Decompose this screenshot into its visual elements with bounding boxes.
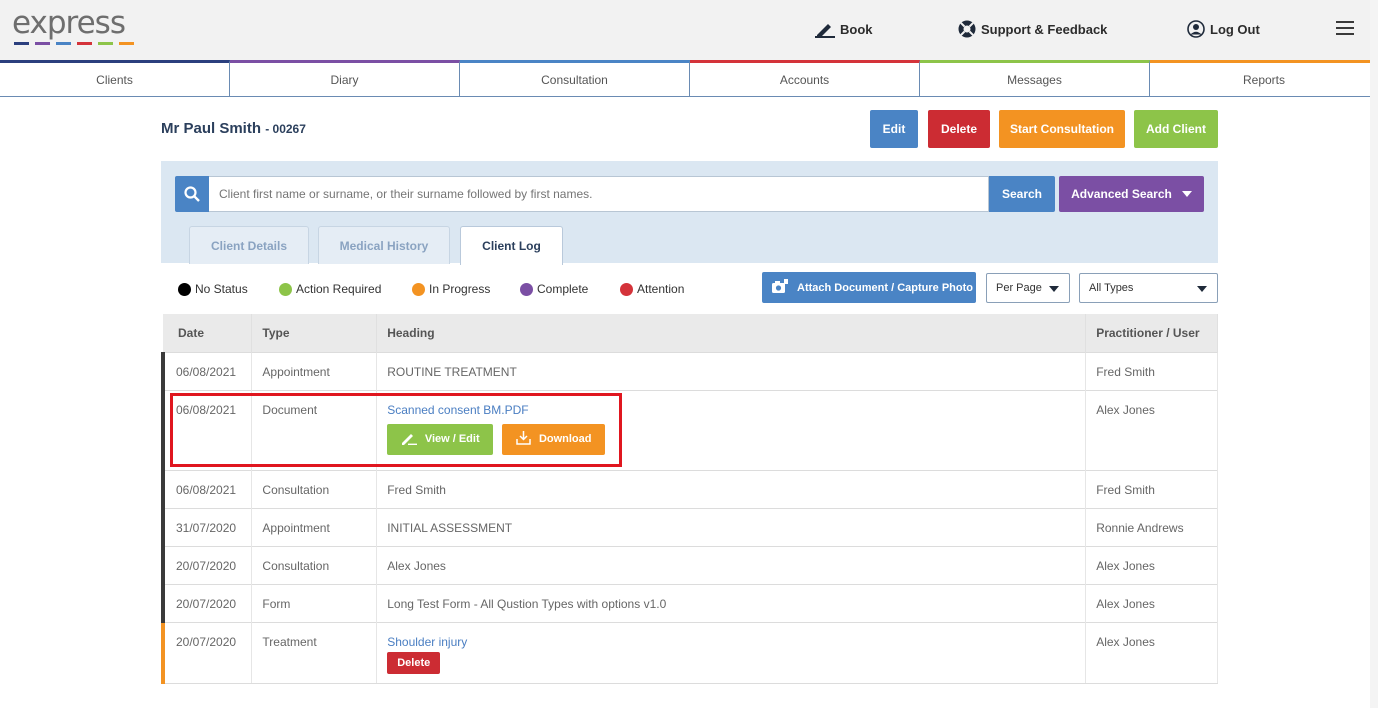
delete-client-button[interactable]: Delete (928, 110, 990, 148)
row-user: Fred Smith (1085, 469, 1218, 508)
edit-button[interactable]: Edit (870, 110, 918, 148)
row-date: 06/08/2021 (161, 469, 253, 508)
row-type: Consultation (251, 469, 378, 508)
advanced-search-button[interactable]: Advanced Search (1059, 176, 1204, 212)
nav-reports[interactable]: Reports (1150, 60, 1378, 97)
client-name: Mr Paul Smith (161, 120, 262, 137)
nav-messages[interactable]: Messages (920, 60, 1150, 97)
add-client-button[interactable]: Add Client (1134, 110, 1218, 148)
express-logo[interactable]: express (12, 6, 134, 45)
pencil-icon (815, 20, 835, 38)
logo-text: express (12, 5, 126, 41)
search-panel: Search Advanced Search Client Details Me… (161, 161, 1218, 265)
caret-down-icon (1181, 191, 1192, 197)
book-link[interactable]: Book (815, 20, 873, 38)
tab-medical-history[interactable]: Medical History (318, 226, 450, 264)
row-user: Alex Jones (1085, 389, 1218, 470)
table-row[interactable]: 20/07/2020 Form Long Test Form - All Qus… (161, 583, 1218, 622)
row-date: 20/07/2020 (161, 583, 253, 622)
row-heading-cell: Shoulder injury Delete (376, 621, 1087, 684)
row-date: 20/07/2020 (161, 545, 253, 584)
row-date: 20/07/2020 (161, 621, 253, 684)
tab-client-log[interactable]: Client Log (460, 226, 563, 265)
table-row[interactable]: 06/08/2021 Appointment ROUTINE TREATMENT… (161, 351, 1218, 390)
row-heading-link[interactable]: Fred Smith (376, 469, 1087, 508)
highlight-box (170, 393, 622, 467)
table-row[interactable]: 06/08/2021 Consultation Fred Smith Fred … (161, 469, 1218, 508)
menu-icon[interactable] (1336, 21, 1354, 35)
camera-document-icon (771, 278, 789, 297)
caret-down-icon (1197, 286, 1207, 292)
header-heading[interactable]: Heading (376, 314, 1087, 352)
nav-diary[interactable]: Diary (230, 60, 460, 97)
row-heading-link[interactable]: Long Test Form - All Qustion Types with … (376, 583, 1087, 622)
row-heading: ROUTINE TREATMENT (376, 351, 1087, 390)
row-heading-link[interactable]: INITIAL ASSESSMENT (376, 507, 1087, 546)
type-filter-select[interactable]: All Types (1079, 273, 1218, 303)
lifebuoy-icon (958, 20, 976, 38)
logo-color-bars (14, 42, 134, 45)
client-search-input[interactable] (209, 176, 989, 212)
row-type: Appointment (251, 507, 378, 546)
user-circle-icon (1187, 20, 1205, 38)
main-nav: Clients Diary Consultation Accounts Mess… (0, 60, 1378, 97)
table-row[interactable]: 20/07/2020 Consultation Alex Jones Alex … (161, 545, 1218, 584)
legend-no-status: No Status (178, 282, 248, 296)
row-type: Form (251, 583, 378, 622)
client-log-table: Date Type Heading Practitioner / User 06… (161, 314, 1218, 684)
row-date: 06/08/2021 (161, 351, 253, 390)
attach-document-button[interactable]: Attach Document / Capture Photo (762, 272, 976, 303)
client-number: - 00267 (265, 122, 306, 136)
row-user: Alex Jones (1085, 545, 1218, 584)
legend-in-progress: In Progress (412, 282, 490, 296)
header-user[interactable]: Practitioner / User (1085, 314, 1218, 352)
nav-clients[interactable]: Clients (0, 60, 230, 97)
table-row[interactable]: 20/07/2020 Treatment Shoulder injury Del… (161, 621, 1218, 684)
logout-link[interactable]: Log Out (1187, 20, 1260, 38)
per-page-select[interactable]: Per Page (986, 273, 1070, 303)
tab-client-details[interactable]: Client Details (189, 226, 309, 264)
row-user: Alex Jones (1085, 621, 1218, 684)
caret-down-icon (1049, 286, 1059, 292)
table-row[interactable]: 31/07/2020 Appointment INITIAL ASSESSMEN… (161, 507, 1218, 546)
header-date[interactable]: Date (163, 314, 253, 352)
support-label: Support & Feedback (981, 21, 1108, 37)
vertical-scrollbar[interactable] (1370, 0, 1378, 708)
book-label: Book (840, 21, 873, 37)
row-type: Consultation (251, 545, 378, 584)
attach-label: Attach Document / Capture Photo (797, 281, 974, 294)
legend-action-required: Action Required (279, 282, 381, 296)
logout-label: Log Out (1210, 21, 1260, 37)
per-page-label: Per Page (996, 282, 1042, 294)
search-button[interactable]: Search (989, 176, 1055, 212)
start-consultation-button[interactable]: Start Consultation (999, 110, 1125, 148)
legend-complete: Complete (520, 282, 588, 296)
row-user: Alex Jones (1085, 583, 1218, 622)
client-title: Mr Paul Smith - 00267 (161, 120, 306, 137)
row-type: Appointment (251, 351, 378, 390)
row-date: 31/07/2020 (161, 507, 253, 546)
row-user: Fred Smith (1085, 351, 1218, 390)
legend-attention: Attention (620, 282, 684, 296)
row-user: Ronnie Andrews (1085, 507, 1218, 546)
row-heading-link[interactable]: Alex Jones (376, 545, 1087, 584)
search-icon[interactable] (175, 176, 209, 212)
type-filter-label: All Types (1089, 282, 1134, 294)
treatment-link[interactable]: Shoulder injury (387, 635, 1085, 649)
header-type[interactable]: Type (251, 314, 378, 352)
row-type: Treatment (251, 621, 378, 684)
nav-consultation[interactable]: Consultation (460, 60, 690, 97)
advanced-search-label: Advanced Search (1071, 187, 1172, 201)
delete-entry-button[interactable]: Delete (387, 651, 441, 674)
nav-accounts[interactable]: Accounts (690, 60, 920, 97)
support-feedback-link[interactable]: Support & Feedback (958, 20, 1107, 38)
app-header: express Book Support & Feedback Log Out (0, 0, 1378, 60)
